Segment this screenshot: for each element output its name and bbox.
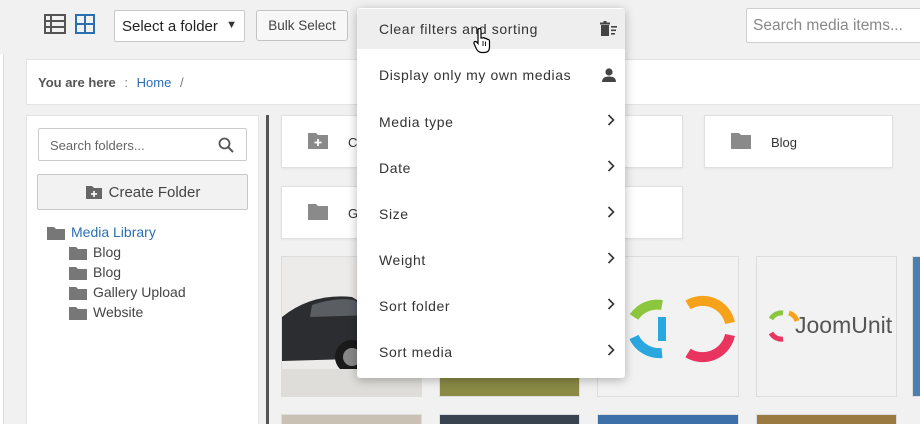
clear-filter-icon — [600, 21, 617, 36]
add-folder-icon — [308, 133, 328, 149]
caret-down-icon: ▼ — [226, 19, 237, 31]
media-thumb-row2-3[interactable] — [597, 414, 739, 424]
tree-item-media-library[interactable]: Media Library — [47, 222, 186, 242]
tree-item-label: Blog — [93, 244, 122, 260]
breadcrumb-trail-separator: / — [179, 75, 184, 90]
chevron-right-icon — [607, 344, 615, 356]
folder-select-value: Select a folder — [122, 18, 218, 35]
menu-item-weight[interactable]: Weight — [357, 240, 625, 280]
menu-item-label: Weight — [379, 252, 426, 268]
menu-item-sort-folder[interactable]: Sort folder — [357, 286, 625, 326]
joomunited-wordmark-text: JoomUnit — [795, 312, 893, 338]
folder-icon — [308, 204, 328, 220]
folder-icon — [69, 307, 87, 320]
bulk-select-button[interactable]: Bulk Select — [256, 10, 348, 41]
menu-item-label: Sort media — [379, 344, 453, 360]
tree-item-gallery-upload[interactable]: Gallery Upload — [47, 282, 186, 302]
media-thumb-row2-4[interactable] — [756, 414, 897, 424]
chevron-right-icon — [607, 206, 615, 218]
chevron-right-icon — [607, 298, 615, 310]
menu-item-date[interactable]: Date — [357, 148, 625, 188]
folder-sidebar: Search folders... Create Folder Media Li… — [26, 115, 259, 424]
window-edge — [0, 0, 4, 424]
breadcrumb-home-link[interactable]: Home — [137, 75, 172, 90]
breadcrumb-separator: : — [124, 75, 129, 90]
menu-item-sort-media[interactable]: Sort media — [357, 332, 625, 372]
menu-item-label: Date — [379, 160, 411, 176]
folder-card-label: C — [348, 135, 358, 150]
folder-icon — [69, 287, 87, 300]
media-thumb-cut[interactable] — [912, 256, 920, 397]
folder-icon — [731, 133, 751, 149]
menu-item-label: Size — [379, 206, 409, 222]
menu-item-size[interactable]: Size — [357, 194, 625, 234]
search-icon[interactable] — [218, 137, 234, 153]
tree-item-blog-2[interactable]: Blog — [47, 262, 186, 282]
media-thumb-row2-1[interactable] — [281, 414, 422, 424]
tree-item-label: Blog — [93, 264, 122, 280]
menu-item-label: Sort folder — [379, 298, 451, 314]
menu-item-clear-filters[interactable]: Clear filters and sorting — [357, 9, 625, 49]
folder-select[interactable]: Select a folder ▼ — [114, 10, 245, 42]
hand-cursor-icon — [473, 28, 491, 54]
filter-dropdown-menu: Clear filters and sorting Display only m… — [357, 8, 625, 378]
folder-icon — [69, 247, 87, 260]
chevron-right-icon — [607, 114, 615, 126]
folder-icon — [69, 267, 87, 280]
create-folder-button[interactable]: Create Folder — [37, 174, 248, 210]
folder-search-placeholder: Search folders... — [50, 138, 145, 153]
media-thumb-row2-2[interactable] — [439, 414, 580, 424]
tree-item-label: Website — [93, 304, 144, 320]
folder-card-label: Blog — [771, 135, 798, 150]
folder-icon — [47, 227, 65, 240]
tree-item-website[interactable]: Website — [47, 302, 186, 322]
menu-item-own-medias[interactable]: Display only my own medias — [357, 55, 625, 95]
menu-item-media-type[interactable]: Media type — [357, 102, 625, 142]
sidebar-resize-handle[interactable] — [266, 115, 269, 424]
menu-item-label: Clear filters and sorting — [379, 21, 538, 37]
chevron-right-icon — [607, 252, 615, 264]
list-view-icon[interactable] — [43, 12, 67, 36]
menu-item-label: Display only my own medias — [379, 67, 572, 83]
breadcrumb-label: You are here — [38, 75, 116, 90]
add-folder-icon — [85, 186, 102, 199]
search-media-input[interactable]: Search media items... — [746, 8, 920, 43]
tree-item-label: Gallery Upload — [93, 284, 186, 300]
grid-view-icon[interactable] — [73, 12, 97, 36]
folder-card-blog[interactable]: Blog — [704, 115, 893, 168]
tree-item-blog[interactable]: Blog — [47, 242, 186, 262]
create-folder-label: Create Folder — [108, 184, 201, 201]
menu-item-label: Media type — [379, 114, 454, 130]
folder-search-input[interactable]: Search folders... — [38, 128, 247, 161]
tree-item-label: Media Library — [71, 224, 156, 240]
folder-tree: Media Library Blog Blog Gallery Upload W… — [47, 222, 186, 322]
person-icon — [602, 68, 616, 82]
chevron-right-icon — [607, 160, 615, 172]
media-thumb-joomunited[interactable]: JoomUnit — [756, 256, 897, 397]
